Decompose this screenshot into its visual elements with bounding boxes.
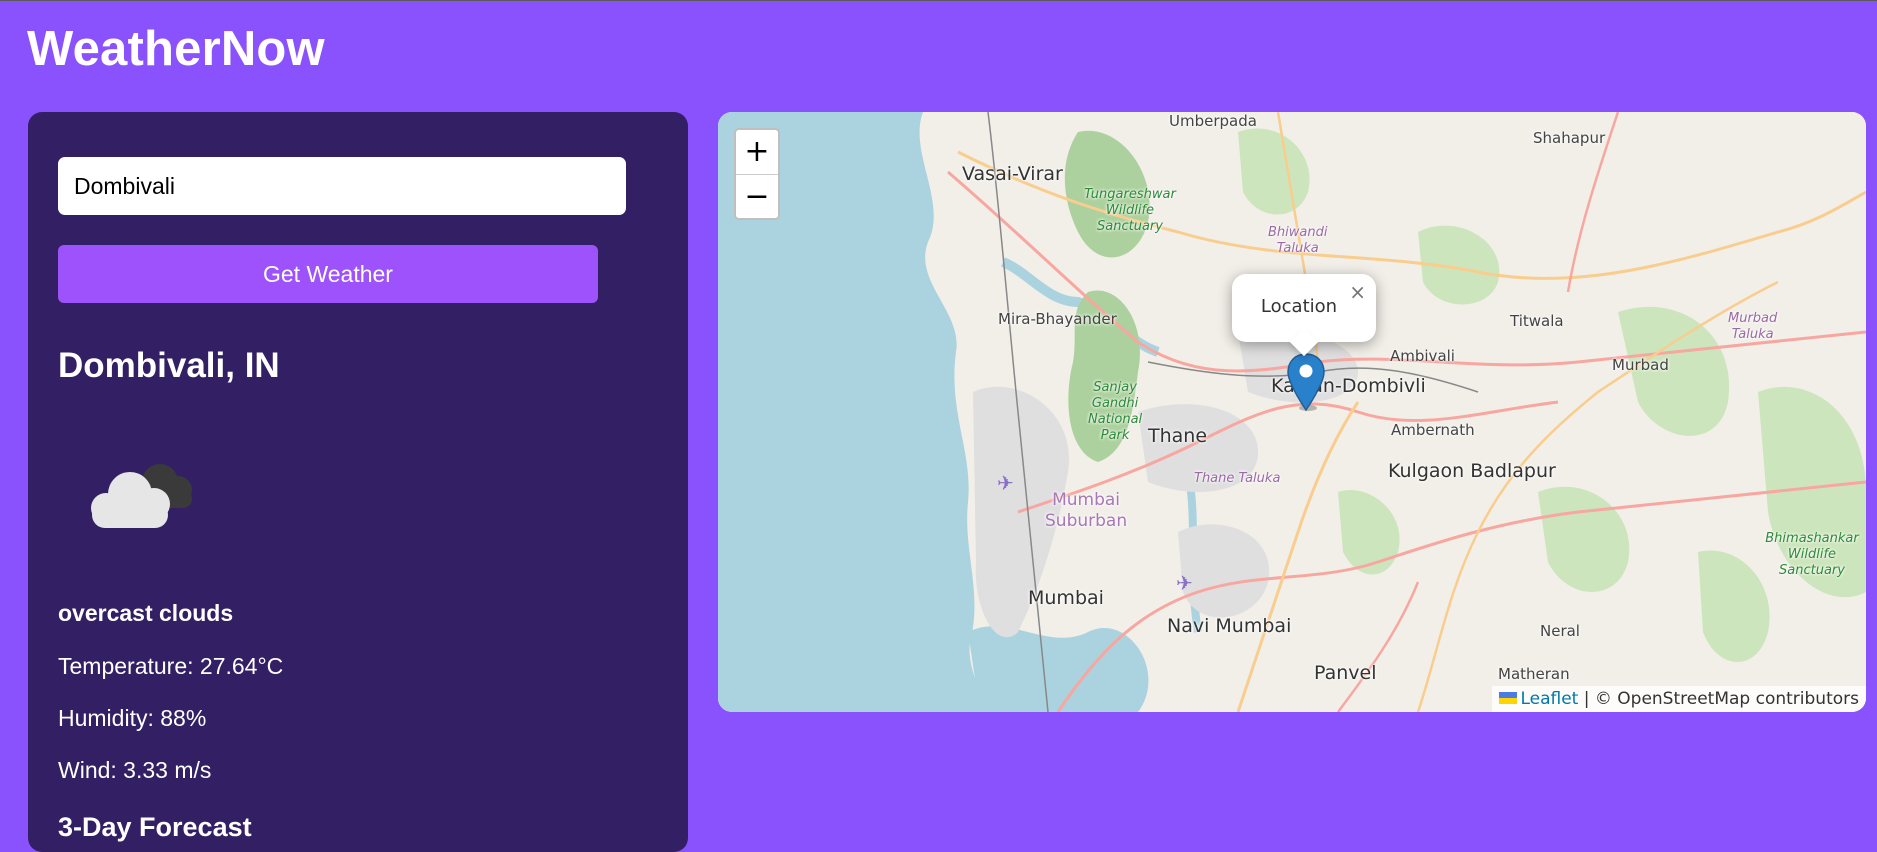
map-label: Vasai-Virar <box>962 163 1063 185</box>
map-view[interactable]: ✈ ✈ Umberpada Shahapur Vasai-Virar Tunga… <box>718 112 1866 712</box>
humidity-readout: Humidity: 88% <box>58 705 207 731</box>
app-title: WeatherNow <box>27 22 325 76</box>
location-popup: Location × <box>1232 274 1376 357</box>
map-label: Mumbai Suburban <box>1045 490 1128 531</box>
attribution-separator: | <box>1578 689 1595 709</box>
map-label: Ambivali <box>1390 347 1455 365</box>
map-attribution: Leaflet | © OpenStreetMap contributors <box>1492 686 1866 712</box>
map-tiles: ✈ ✈ <box>718 112 1866 712</box>
map-label: Tungareshwar Wildlife Sanctuary <box>1084 187 1176 234</box>
svg-text:✈: ✈ <box>1176 571 1193 595</box>
get-weather-button[interactable]: Get Weather <box>58 245 598 303</box>
map-label: Thane Taluka <box>1194 471 1281 486</box>
map-label: Kulgaon Badlapur <box>1388 460 1556 482</box>
popup-close-button[interactable]: × <box>1349 280 1366 304</box>
map-label: Murbad <box>1612 356 1669 374</box>
map-label: Panvel <box>1314 662 1377 684</box>
city-search-input[interactable] <box>58 157 626 215</box>
forecast-heading: 3-Day Forecast <box>58 812 252 842</box>
zoom-control: + − <box>734 128 780 220</box>
map-label: Thane <box>1148 425 1208 447</box>
weather-panel: Get Weather Dombivali, IN overcast cloud… <box>28 112 688 852</box>
map-label: Bhiwandi Taluka <box>1268 225 1328 256</box>
ukraine-flag-icon <box>1499 692 1518 704</box>
map-label: Mira-Bhayander <box>998 310 1117 328</box>
map-label: Sanjay Gandhi National Park <box>1088 380 1143 443</box>
city-name: Dombivali, IN <box>58 346 280 385</box>
zoom-out-button[interactable]: − <box>736 175 778 218</box>
map-marker-icon[interactable] <box>1286 352 1326 412</box>
weather-description: overcast clouds <box>58 600 234 626</box>
map-label: Mumbai <box>1028 587 1104 609</box>
zoom-in-button[interactable]: + <box>736 130 778 175</box>
map-label: Navi Mumbai <box>1167 615 1292 637</box>
map-label: Neral <box>1540 622 1580 640</box>
wind-readout: Wind: 3.33 m/s <box>58 757 212 783</box>
popup-text: Location <box>1260 296 1338 317</box>
svg-text:✈: ✈ <box>997 471 1014 495</box>
map-label: Ambernath <box>1391 421 1475 439</box>
map-label: Bhimashankar Wildlife Sanctuary <box>1765 531 1859 578</box>
map-label: Matheran <box>1498 665 1570 683</box>
overcast-cloud-icon <box>91 464 192 528</box>
temperature-readout: Temperature: 27.64°C <box>58 653 284 679</box>
map-label: Shahapur <box>1533 129 1606 147</box>
map-label: Titwala <box>1510 312 1564 330</box>
map-label: Umberpada <box>1169 112 1257 130</box>
leaflet-link[interactable]: Leaflet <box>1520 689 1578 709</box>
map-label: Murbad Taluka <box>1728 311 1778 342</box>
osm-attribution: © OpenStreetMap contributors <box>1594 689 1859 709</box>
